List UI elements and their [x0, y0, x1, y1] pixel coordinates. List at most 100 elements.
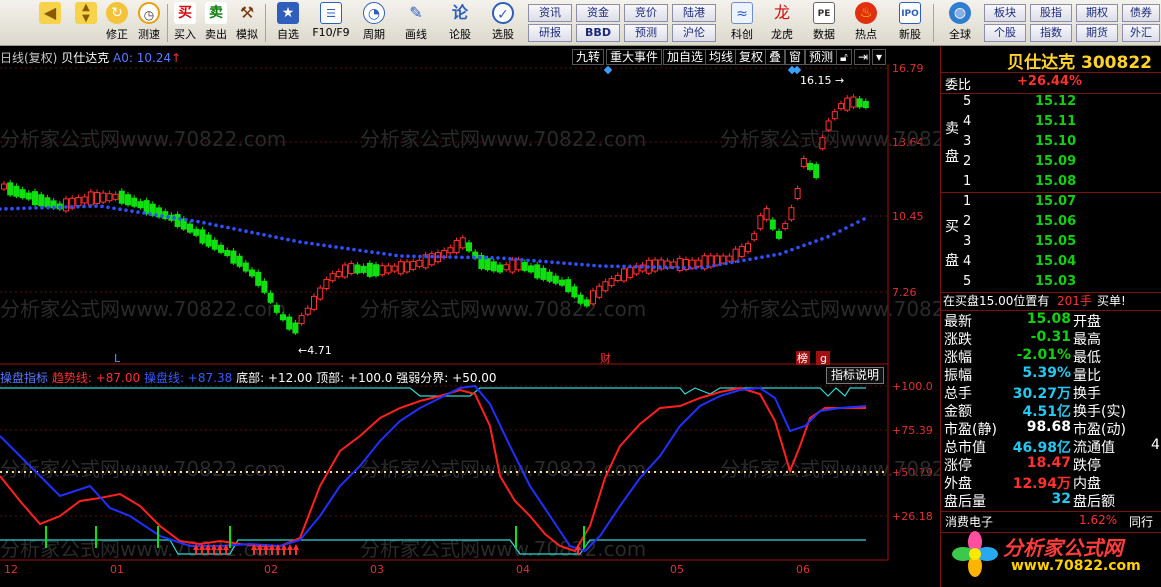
sell-icon: 卖 [205, 2, 227, 24]
speed-label: 测速 [138, 28, 160, 41]
ma-dot [94, 204, 98, 208]
quote-key: 外盘 [944, 476, 972, 492]
ma-dot [244, 229, 248, 233]
quote-key-2: 换手(实) [1073, 404, 1126, 420]
sell-level: 1 [963, 174, 972, 189]
candle-body [608, 278, 615, 287]
stock-select-button[interactable]: ✓ 选股 [483, 2, 523, 44]
ma-dot [586, 263, 590, 267]
f10-button[interactable]: ☰ F10/F9 [310, 2, 352, 44]
science-label: 科创 [731, 28, 753, 41]
marker-finance: 财 [600, 351, 611, 365]
ma-dot [184, 217, 188, 222]
grid-btn-hk[interactable]: 陆港 [672, 4, 716, 22]
ma-dot [682, 265, 686, 270]
buy-button[interactable]: 买 买入 [170, 2, 200, 44]
grid-btn-news[interactable]: 资讯 [528, 4, 572, 22]
tool-nine-turn[interactable]: 九转 [572, 49, 605, 65]
grid-btn-futures[interactable]: 期货 [1076, 24, 1118, 42]
tool-overlay[interactable]: 叠 [765, 49, 786, 65]
updown-button[interactable]: ▲ ▼ [72, 2, 100, 44]
grid-btn-bbd[interactable]: BBD [576, 24, 620, 42]
back-button[interactable]: ◀ [36, 2, 64, 44]
grid-btn-auction[interactable]: 竞价 [624, 4, 668, 22]
grid-btn-london[interactable]: 沪伦 [672, 24, 716, 42]
dragon-button[interactable]: 龙 龙虎 [764, 2, 800, 44]
sell-button[interactable]: 卖 卖出 [201, 2, 231, 44]
candle-body [187, 223, 193, 233]
candle-body [317, 287, 324, 300]
tool-add-watch[interactable]: 加自选 [663, 49, 708, 65]
ma-dot [706, 264, 710, 269]
candle-body [521, 261, 528, 271]
ma-dot [634, 264, 638, 269]
buy-row[interactable]: 3 15.05 [941, 234, 1161, 254]
watchlist-button[interactable]: ★ 自选 [270, 2, 306, 44]
tool-window[interactable]: 窗 [785, 49, 806, 65]
indicator-tick-label: +26.18 [892, 510, 933, 523]
indicator-help-button[interactable]: 指标说明 [826, 367, 884, 384]
candle-body [131, 197, 138, 207]
grid-btn-bonds[interactable]: 债券 [1122, 4, 1160, 22]
grid-btn-sector[interactable]: 板块 [984, 4, 1026, 22]
kline-chart[interactable]: 16.7913.6410.457.26+100.0+75.39+50.79+26… [0, 46, 940, 587]
buy-row[interactable]: 5 15.03 [941, 274, 1161, 294]
ma-dot [664, 265, 668, 270]
fix-button[interactable]: ↻ 修正 [102, 2, 132, 44]
f10-icon: ☰ [320, 2, 342, 24]
hot-icon: ♨ [855, 2, 877, 24]
grid-btn-index-futures[interactable]: 股指 [1030, 4, 1072, 22]
ma-dot [130, 209, 134, 213]
draw-button[interactable]: ✎ 画线 [397, 2, 435, 44]
candle-body [137, 201, 144, 209]
ipo-button[interactable]: IPO 新股 [892, 2, 928, 44]
sell-price: 15.10 [1035, 134, 1077, 149]
candle-body [280, 314, 286, 321]
chevron-down-icon[interactable]: ▾ [872, 49, 886, 65]
simulate-button[interactable]: ⚒ 模拟 [232, 2, 262, 44]
sell-row[interactable]: 4 15.11 [941, 114, 1161, 134]
ma-dot [262, 233, 266, 237]
ma-dot [310, 241, 314, 246]
grid-btn-forecast[interactable]: 预测 [624, 24, 668, 42]
grid-btn-options[interactable]: 期权 [1076, 4, 1118, 22]
grid-btn-report[interactable]: 研报 [528, 24, 572, 42]
candle-body [379, 265, 386, 276]
sector-pct: 1.62% [1079, 513, 1118, 527]
buy-row[interactable]: 2 15.06 [941, 214, 1161, 234]
discuss-button[interactable]: 论 论股 [443, 2, 477, 44]
global-button[interactable]: ◍ 全球 [940, 2, 980, 44]
candle-body [856, 98, 863, 108]
tool-forecast[interactable]: 预测 [805, 49, 838, 65]
sell-row[interactable]: 3 15.10 [941, 134, 1161, 154]
data-button[interactable]: PE 数据 [806, 2, 842, 44]
grid-btn-forex[interactable]: 外汇 [1122, 24, 1160, 42]
quote-key-2: 开盘 [1073, 314, 1101, 330]
hot-button[interactable]: ♨ 热点 [848, 2, 884, 44]
lock-icon[interactable]: 🔓︎ [836, 49, 852, 65]
ma-dot [52, 205, 56, 210]
sell-row[interactable]: 1 15.08 [941, 174, 1161, 194]
sell-level: 3 [963, 134, 972, 149]
ma-dot [148, 212, 152, 216]
speed-button[interactable]: ◷ 测速 [134, 2, 164, 44]
period-button[interactable]: ◔ 周期 [355, 2, 393, 44]
tool-adjust[interactable]: 复权 [735, 49, 768, 65]
candle-body [211, 239, 218, 250]
candle-body [850, 96, 857, 108]
candle-body [757, 215, 764, 230]
discuss-icon: 论 [451, 3, 468, 22]
tool-major-events[interactable]: 重大事件 [606, 49, 663, 65]
candle-body [25, 192, 32, 200]
grid-btn-stock[interactable]: 个股 [984, 24, 1026, 42]
sell-row[interactable]: 2 15.09 [941, 154, 1161, 174]
grid-btn-fund[interactable]: 资金 [576, 4, 620, 22]
expand-icon[interactable]: ⇥ [854, 49, 870, 65]
ma-dot [598, 264, 602, 268]
grid-btn-index[interactable]: 指数 [1030, 24, 1072, 42]
tool-ma[interactable]: 均线 [705, 49, 738, 65]
science-button[interactable]: ≈ 科创 [724, 2, 760, 44]
sell-row[interactable]: 5 15.12 [941, 94, 1161, 114]
buy-row[interactable]: 4 15.04 [941, 254, 1161, 274]
buy-row[interactable]: 1 15.07 [941, 194, 1161, 214]
